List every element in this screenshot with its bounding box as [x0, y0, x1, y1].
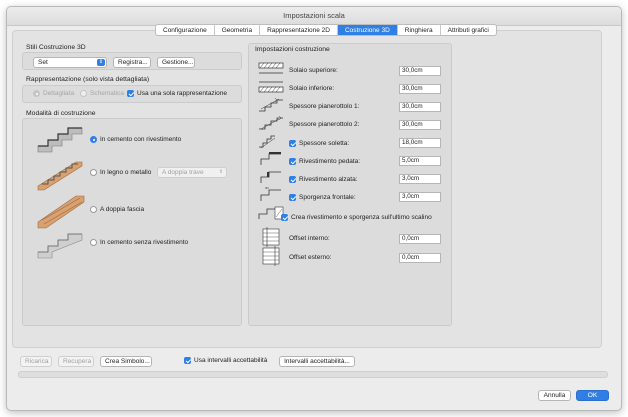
tolerance-intervals-button[interactable]: Intervalli accettabilità... [279, 356, 355, 367]
mode-concrete-clad-radio[interactable]: In cemento con rivestimento [90, 136, 181, 143]
manage-button[interactable]: Gestione... [157, 57, 195, 68]
style-select-value: Set [38, 59, 48, 66]
front-overhang-input[interactable]: 3,0cm [399, 192, 441, 202]
landing1-thickness-input[interactable]: 30,0cm [399, 102, 441, 112]
cancel-button[interactable]: Annulla [538, 390, 571, 401]
mode-double-band-radio[interactable]: A doppia fascia [90, 206, 144, 213]
last-tread-checkbox[interactable]: Crea rivestimento e sporgenza sull'ultim… [281, 214, 432, 221]
tread-cladding-input[interactable]: 5,0cm [399, 156, 441, 166]
lower-slab-input[interactable]: 30,0cm [399, 84, 441, 94]
slab-thickness-icon [259, 135, 276, 149]
outer-offset-input[interactable]: 0,0cm [399, 253, 441, 263]
tab-attributi-grafici[interactable]: Attributi grafici [441, 25, 496, 35]
checkbox-icon [127, 90, 134, 97]
slab-thickness-checkbox[interactable]: Spessore soletta: [289, 140, 349, 147]
landing2-thickness-icon [259, 115, 283, 130]
rep-single-checkbox[interactable]: Usa una sola rappresentazione [127, 90, 227, 97]
landing2-thickness-input[interactable]: 30,0cm [399, 120, 441, 130]
tab-configurazione[interactable]: Configurazione [156, 25, 215, 35]
upper-slab-icon [258, 62, 284, 74]
concrete-clad-stair-icon [37, 127, 83, 153]
tab-geometria[interactable]: Geometria [215, 25, 261, 35]
outer-offset-icon [262, 246, 280, 266]
ok-button[interactable]: OK [576, 390, 609, 401]
mode-concrete-bare-radio[interactable]: In cemento senza rivestimento [90, 239, 188, 246]
riser-cladding-icon [260, 171, 281, 183]
tab-ringhiera[interactable]: Ringhiera [398, 25, 441, 35]
create-symbol-button[interactable]: Crea Simbolo... [100, 356, 152, 367]
param-label-upper-slab: Solaio superiore: [289, 67, 338, 74]
rep-schematic-radio[interactable]: Schematica [80, 90, 124, 97]
tab-rappresentazione-2d[interactable]: Rappresentazione 2D [260, 25, 338, 35]
lower-slab-icon [258, 81, 284, 93]
radio-icon [90, 136, 97, 143]
riser-cladding-checkbox[interactable]: Rivestimento alzata: [289, 176, 358, 183]
param-label-inner-offset: Offset interno: [289, 235, 330, 242]
param-label-lower-slab: Solaio inferiore: [289, 85, 335, 92]
checkbox-icon [289, 140, 296, 147]
style-select[interactable]: Set ⇕ [33, 57, 107, 68]
checkbox-icon [184, 357, 191, 364]
concrete-bare-stair-icon [37, 233, 83, 259]
chevron-updown-icon: ⇕ [97, 59, 105, 66]
double-band-stair-icon [37, 195, 85, 229]
front-overhang-checkbox[interactable]: Sporgenza frontale: [289, 194, 356, 201]
mode-wood-metal-radio[interactable]: In legno o metallo [90, 169, 151, 176]
inner-offset-icon [262, 227, 280, 247]
param-label-landing2: Spessore pianerottolo 2: [289, 121, 360, 128]
progress-strip [18, 371, 608, 378]
tread-cladding-checkbox[interactable]: Rivestimento pedata: [289, 158, 360, 165]
checkbox-icon [289, 176, 296, 183]
construction-settings-title: Impostazioni costruzione [255, 46, 330, 53]
inner-offset-input[interactable]: 0,0cm [399, 234, 441, 244]
front-overhang-icon [260, 187, 281, 201]
checkbox-icon [289, 194, 296, 201]
modes-section-title: Modalità di costruzione [26, 110, 96, 117]
radio-icon [90, 169, 97, 176]
radio-icon [33, 90, 40, 97]
radio-icon [90, 239, 97, 246]
rep-detailed-radio[interactable]: Dettagliata [33, 90, 74, 97]
tab-bar: Configurazione Geometria Rappresentazion… [155, 24, 497, 36]
landing1-thickness-icon [259, 97, 283, 112]
radio-icon [80, 90, 87, 97]
tab-costruzione-3d[interactable]: Costruzione 3D [337, 25, 398, 35]
chevron-updown-icon: ⇕ [218, 169, 224, 175]
construction-settings-group: Impostazioni costruzione Solaio superior… [248, 43, 452, 326]
tolerance-checkbox[interactable]: Usa intervalli accettabilità [184, 357, 267, 364]
checkbox-icon [289, 158, 296, 165]
wood-metal-stair-icon [37, 161, 83, 191]
register-button[interactable]: Registra... [113, 57, 151, 68]
param-label-outer-offset: Offset esterno: [289, 254, 332, 261]
restore-button[interactable]: Recupera [58, 356, 94, 367]
checkbox-icon [281, 214, 288, 221]
tread-cladding-icon [260, 152, 281, 165]
reload-button[interactable]: Ricarica [20, 356, 52, 367]
wood-metal-type-select[interactable]: A doppia trave ⇕ [157, 167, 227, 178]
radio-icon [90, 206, 97, 213]
param-label-landing1: Spessore pianerottolo 1: [289, 103, 360, 110]
representation-section-title: Rappresentazione (solo vista dettagliata… [26, 76, 150, 83]
styles-section-title: Stili Costruzione 3D [26, 44, 86, 51]
riser-cladding-input[interactable]: 3,0cm [399, 174, 441, 184]
upper-slab-input[interactable]: 30,0cm [399, 66, 441, 76]
slab-thickness-input[interactable]: 18,0cm [399, 138, 441, 148]
